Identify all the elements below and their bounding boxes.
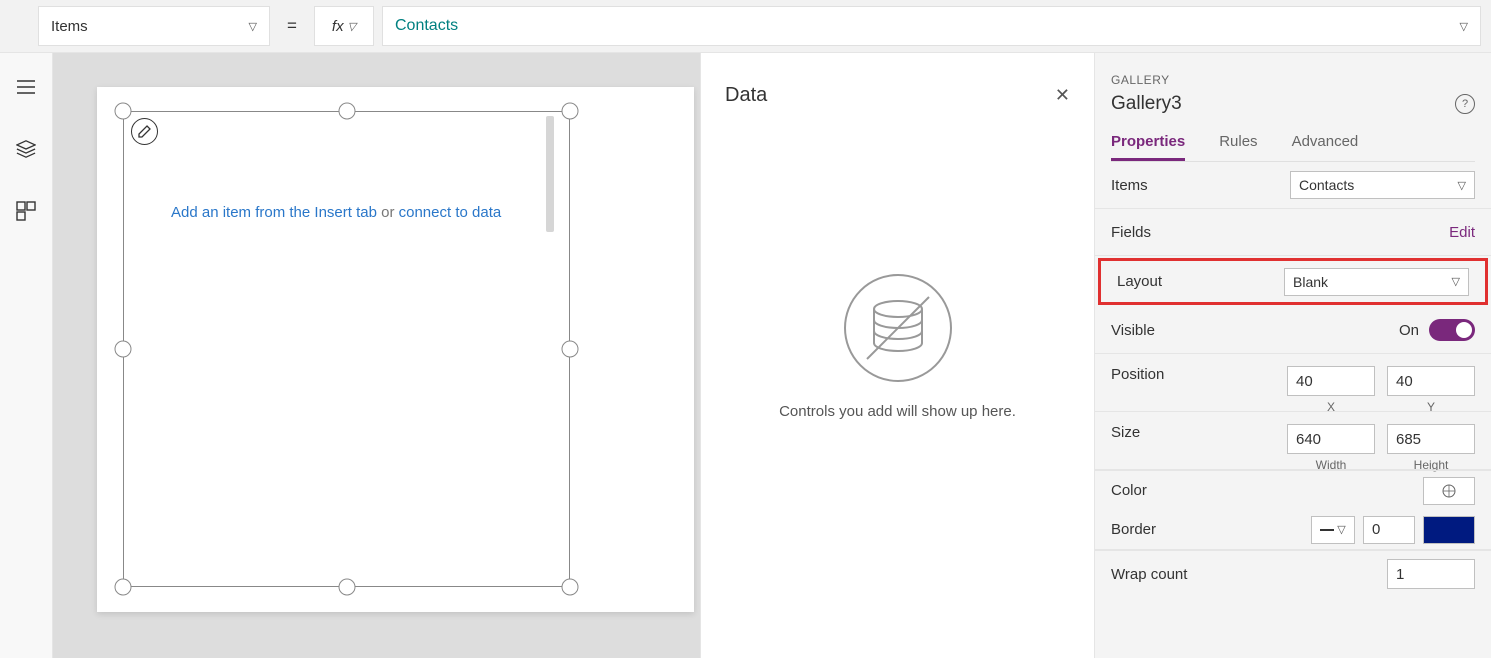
color-picker[interactable] [1423,477,1475,505]
tab-rules[interactable]: Rules [1219,133,1257,161]
fx-label: fx [332,18,344,35]
chevron-down-icon: ▽ [249,20,257,33]
resize-handle[interactable] [562,341,579,358]
visible-state: On [1399,322,1419,339]
items-dropdown[interactable]: Contacts ▽ [1290,171,1475,199]
chevron-down-icon: ▽ [1452,275,1460,288]
fields-edit-link[interactable]: Edit [1449,224,1475,241]
connect-data-link[interactable]: connect to data [399,204,502,221]
data-empty-message: Controls you add will show up here. [779,403,1016,420]
prop-size: Size 640 685 Width Height [1095,412,1491,470]
gallery-selection[interactable]: Add an item from the Insert tab or conne… [123,111,570,587]
items-label: Items [1111,177,1148,194]
fx-button[interactable]: fx ▽ [314,6,374,46]
properties-panel: GALLERY Gallery3 ? Properties Rules Adva… [1094,53,1491,658]
border-label: Border [1111,521,1156,538]
size-width-input[interactable]: 640 [1287,424,1375,454]
help-icon[interactable]: ? [1455,94,1475,114]
chevron-down-icon: ▽ [1458,179,1466,192]
tab-advanced[interactable]: Advanced [1292,133,1359,161]
edit-template-button[interactable] [131,118,158,145]
border-width-input[interactable]: 0 [1363,516,1415,544]
hamburger-icon[interactable] [16,77,36,97]
tab-properties[interactable]: Properties [1111,133,1185,161]
scrollbar[interactable] [546,116,554,232]
insert-hint-link[interactable]: Add an item from the Insert tab [171,204,377,221]
gallery-hint: Add an item from the Insert tab or conne… [171,204,501,221]
layers-icon[interactable] [16,139,36,159]
layout-value: Blank [1293,274,1328,290]
layout-dropdown[interactable]: Blank ▽ [1284,268,1469,296]
formula-value: Contacts [395,17,458,35]
items-value: Contacts [1299,177,1354,193]
resize-handle[interactable] [562,103,579,120]
equals-sign: = [278,16,306,36]
fields-label: Fields [1111,224,1151,241]
size-label: Size [1111,424,1140,441]
wrap-count-input[interactable]: 1 [1387,559,1475,589]
control-category: GALLERY [1111,73,1475,87]
visible-toggle[interactable] [1429,319,1475,341]
position-y-input[interactable]: 40 [1387,366,1475,396]
canvas-area[interactable]: Add an item from the Insert tab or conne… [53,53,700,658]
prop-visible: Visible On [1095,307,1491,354]
wrap-count-label: Wrap count [1111,566,1187,583]
prop-wrap-count: Wrap count 1 [1095,550,1491,597]
color-label: Color [1111,482,1147,499]
border-color-picker[interactable] [1423,516,1475,544]
layout-label: Layout [1117,273,1162,290]
chevron-down-icon: ▽ [348,20,356,33]
control-name[interactable]: Gallery3 [1111,93,1182,115]
prop-position: Position 40 40 X Y [1095,354,1491,412]
prop-items: Items Contacts ▽ [1095,162,1491,209]
property-dropdown-label: Items [51,18,88,35]
chevron-down-icon: ▽ [1337,523,1345,536]
position-x-input[interactable]: 40 [1287,366,1375,396]
prop-fields: Fields Edit [1095,209,1491,256]
position-label: Position [1111,366,1164,383]
data-panel: Data ✕ Controls you add will show up her… [700,53,1094,658]
resize-handle[interactable] [562,579,579,596]
formula-input[interactable]: Contacts ▽ [382,6,1481,46]
size-height-input[interactable]: 685 [1387,424,1475,454]
visible-label: Visible [1111,322,1155,339]
border-style-dropdown[interactable]: ▽ [1311,516,1355,544]
components-icon[interactable] [16,201,36,221]
close-icon[interactable]: ✕ [1055,85,1070,106]
property-dropdown[interactable]: Items ▽ [38,6,270,46]
hint-separator: or [377,204,399,221]
prop-border: Border ▽ 0 [1095,510,1491,550]
prop-layout: Layout Blank ▽ [1098,258,1488,305]
database-empty-icon [843,273,953,383]
data-panel-title: Data [725,84,767,107]
left-rail [0,53,53,658]
prop-color: Color [1095,470,1491,510]
chevron-down-icon: ▽ [1460,20,1468,33]
